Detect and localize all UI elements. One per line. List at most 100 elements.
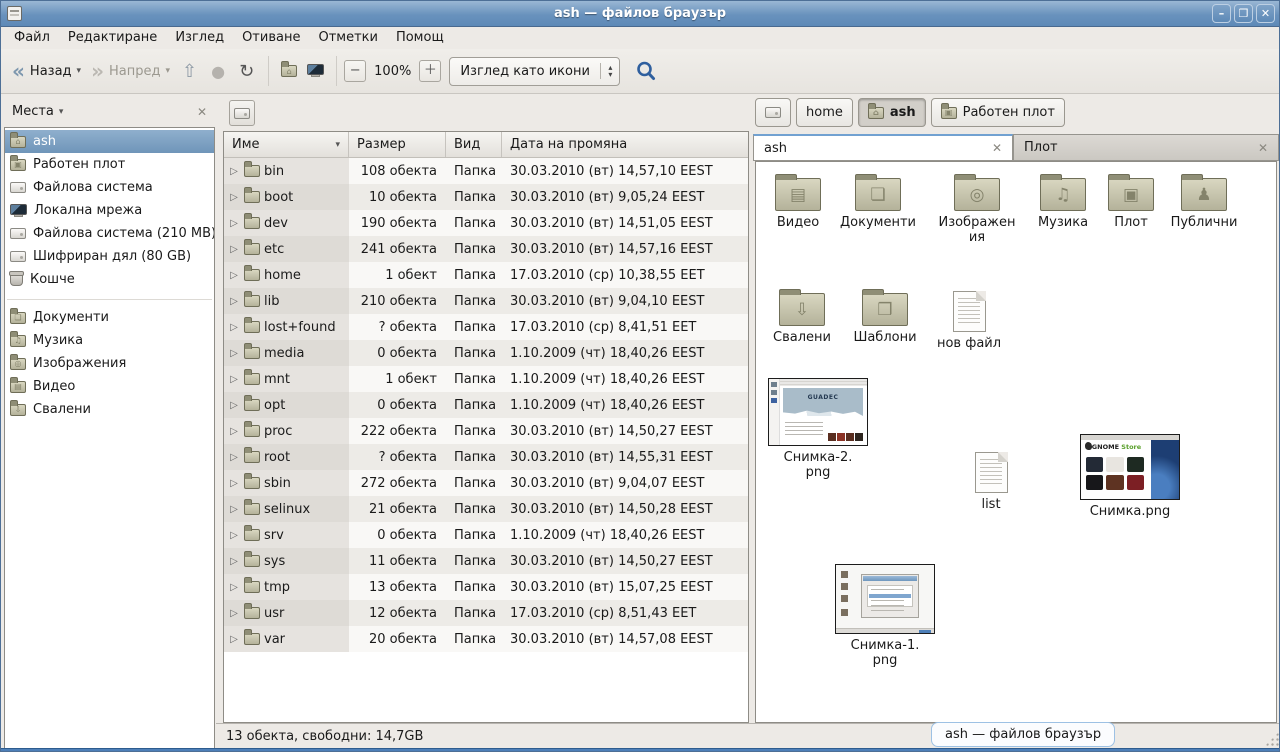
sidebar-mode-dropdown-icon[interactable]: ▾ xyxy=(59,107,64,117)
icon-view-item[interactable]: GUADECСнимка-2.png xyxy=(768,378,868,481)
icon-view-item[interactable]: нов файл xyxy=(927,287,1011,351)
home-button[interactable]: ⌂ xyxy=(276,61,302,81)
icon-view-item[interactable]: ▤Видео xyxy=(756,172,840,230)
table-row[interactable]: ▷lib210 обектаПапка30.03.2010 (вт) 9,04,… xyxy=(224,288,748,314)
tree-root-button[interactable] xyxy=(229,100,255,126)
expander-icon[interactable]: ▷ xyxy=(228,556,240,567)
table-row[interactable]: ▷usr12 обектаПапка17.03.2010 (ср) 8,51,4… xyxy=(224,600,748,626)
table-row[interactable]: ▷sbin272 обектаПапка30.03.2010 (вт) 9,04… xyxy=(224,470,748,496)
expander-icon[interactable]: ▷ xyxy=(228,192,240,203)
expander-icon[interactable]: ▷ xyxy=(228,166,240,177)
tab-close-icon[interactable]: ✕ xyxy=(982,141,1002,155)
expander-icon[interactable]: ▷ xyxy=(228,348,240,359)
tab-Плот[interactable]: Плот✕ xyxy=(1013,134,1279,161)
search-button[interactable] xyxy=(630,56,662,86)
column-header-3[interactable]: Дата на промяна xyxy=(502,132,748,157)
maximize-button[interactable]: ❐ xyxy=(1234,4,1253,23)
expander-icon[interactable]: ▷ xyxy=(228,608,240,619)
titlebar[interactable]: ash — файлов браузър –❐✕ xyxy=(1,1,1279,27)
table-row[interactable]: ▷srv0 обектаПапка1.10.2009 (чт) 18,40,26… xyxy=(224,522,748,548)
expander-icon[interactable]: ▷ xyxy=(228,270,240,281)
table-row[interactable]: ▷bin108 обектаПапка30.03.2010 (вт) 14,57… xyxy=(224,158,748,184)
table-row[interactable]: ▷dev190 обектаПапка30.03.2010 (вт) 14,51… xyxy=(224,210,748,236)
expander-icon[interactable]: ▷ xyxy=(228,322,240,333)
menu-item-5[interactable]: Помощ xyxy=(387,27,453,49)
table-row[interactable]: ▷etc241 обектаПапка30.03.2010 (вт) 14,57… xyxy=(224,236,748,262)
view-mode-select[interactable]: Изглед като икони ▴▾ xyxy=(449,57,620,86)
sidebar-bookmark-4[interactable]: ⇩Свалени xyxy=(5,398,214,421)
table-row[interactable]: ▷root? обектаПапка30.03.2010 (вт) 14,55,… xyxy=(224,444,748,470)
menu-item-0[interactable]: Файл xyxy=(5,27,59,49)
column-header-0[interactable]: Име▾ xyxy=(224,132,349,157)
zoom-in-button[interactable]: ＋ xyxy=(419,60,441,82)
icon-view-item[interactable]: ▣Плот xyxy=(1089,172,1173,230)
sidebar-bookmark-0[interactable]: ❏Документи xyxy=(5,306,214,329)
menu-item-1[interactable]: Редактиране xyxy=(59,27,166,49)
tab-ash[interactable]: ash✕ xyxy=(753,134,1013,161)
icon-view-item[interactable]: ♟Публични xyxy=(1162,172,1246,230)
table-row[interactable]: ▷lost+found? обектаПапка17.03.2010 (ср) … xyxy=(224,314,748,340)
forward-button[interactable]: » Напред ▾ xyxy=(86,58,175,84)
expander-icon[interactable]: ▷ xyxy=(228,244,240,255)
icon-view-item[interactable]: ❒Шаблони xyxy=(843,287,927,345)
resize-grip[interactable] xyxy=(1265,732,1279,746)
sidebar-item-6[interactable]: Кошче xyxy=(5,268,214,291)
sidebar-title[interactable]: Места xyxy=(12,104,54,119)
close-button[interactable]: ✕ xyxy=(1256,4,1275,23)
expander-icon[interactable]: ▷ xyxy=(228,530,240,541)
up-button[interactable]: ⇧ xyxy=(175,59,204,84)
sidebar-close-icon[interactable]: ✕ xyxy=(197,105,207,119)
expander-icon[interactable]: ▷ xyxy=(228,478,240,489)
computer-button[interactable] xyxy=(302,60,329,82)
icon-view-item[interactable]: Снимка-1.png xyxy=(835,564,935,669)
expander-icon[interactable]: ▷ xyxy=(228,582,240,593)
table-row[interactable]: ▷opt0 обектаПапка1.10.2009 (чт) 18,40,26… xyxy=(224,392,748,418)
expander-icon[interactable]: ▷ xyxy=(228,400,240,411)
column-header-2[interactable]: Вид xyxy=(446,132,502,157)
stop-button[interactable]: ● xyxy=(204,60,232,83)
table-row[interactable]: ▷sys11 обектаПапка30.03.2010 (вт) 14,50,… xyxy=(224,548,748,574)
icon-view-item[interactable]: ◎Изображения xyxy=(935,172,1019,246)
table-row[interactable]: ▷mnt1 обектПапка1.10.2009 (чт) 18,40,26 … xyxy=(224,366,748,392)
tab-close-icon[interactable]: ✕ xyxy=(1248,141,1268,155)
back-button[interactable]: « Назад ▾ xyxy=(7,58,86,84)
icon-view-item[interactable]: ❏Документи xyxy=(836,172,920,230)
sidebar-item-5[interactable]: Шифриран дял (80 GB) xyxy=(5,245,214,268)
back-dropdown-icon[interactable]: ▾ xyxy=(77,66,82,76)
table-row[interactable]: ▷media0 обектаПапка1.10.2009 (чт) 18,40,… xyxy=(224,340,748,366)
expander-icon[interactable]: ▷ xyxy=(228,296,240,307)
table-row[interactable]: ▷var20 обектаПапка30.03.2010 (вт) 14,57,… xyxy=(224,626,748,652)
path-button-ash[interactable]: ⌂ash xyxy=(858,98,926,127)
table-row[interactable]: ▷tmp13 обектаПапка30.03.2010 (вт) 15,07,… xyxy=(224,574,748,600)
expander-icon[interactable]: ▷ xyxy=(228,218,240,229)
expander-icon[interactable]: ▷ xyxy=(228,504,240,515)
zoom-out-button[interactable]: − xyxy=(344,60,366,82)
forward-dropdown-icon[interactable]: ▾ xyxy=(165,66,170,76)
sidebar-item-1[interactable]: ▣Работен плот xyxy=(5,153,214,176)
reload-button[interactable]: ↻ xyxy=(232,59,261,84)
icon-view-item[interactable]: GNOME StoreСнимка.png xyxy=(1080,434,1180,519)
path-button-root[interactable] xyxy=(755,98,791,127)
column-header-1[interactable]: Размер xyxy=(349,132,446,157)
sidebar-item-4[interactable]: Файлова система (210 MB) xyxy=(5,222,214,245)
table-row[interactable]: ▷proc222 обектаПапка30.03.2010 (вт) 14,5… xyxy=(224,418,748,444)
sidebar-item-3[interactable]: Локална мрежа xyxy=(5,199,214,222)
minimize-button[interactable]: – xyxy=(1212,4,1231,23)
expander-icon[interactable]: ▷ xyxy=(228,634,240,645)
sidebar-item-2[interactable]: Файлова система xyxy=(5,176,214,199)
sidebar-bookmark-3[interactable]: ▤Видео xyxy=(5,375,214,398)
expander-icon[interactable]: ▷ xyxy=(228,374,240,385)
table-row[interactable]: ▷home1 обектПапка17.03.2010 (ср) 10,38,5… xyxy=(224,262,748,288)
icon-view-item[interactable]: ⇩Свалени xyxy=(760,287,844,345)
icon-view-item[interactable]: list xyxy=(949,448,1033,512)
expander-icon[interactable]: ▷ xyxy=(228,452,240,463)
path-button-home[interactable]: home xyxy=(796,98,853,127)
menu-item-2[interactable]: Изглед xyxy=(166,27,233,49)
table-row[interactable]: ▷boot10 обектаПапка30.03.2010 (вт) 9,05,… xyxy=(224,184,748,210)
path-button-Работен плот[interactable]: ▣Работен плот xyxy=(931,98,1065,127)
table-row[interactable]: ▷selinux21 обектаПапка30.03.2010 (вт) 14… xyxy=(224,496,748,522)
sidebar-item-0[interactable]: ⌂ash xyxy=(5,130,214,153)
menu-item-4[interactable]: Отметки xyxy=(309,27,386,49)
sidebar-bookmark-2[interactable]: ◎Изображения xyxy=(5,352,214,375)
sidebar-bookmark-1[interactable]: ♫Музика xyxy=(5,329,214,352)
